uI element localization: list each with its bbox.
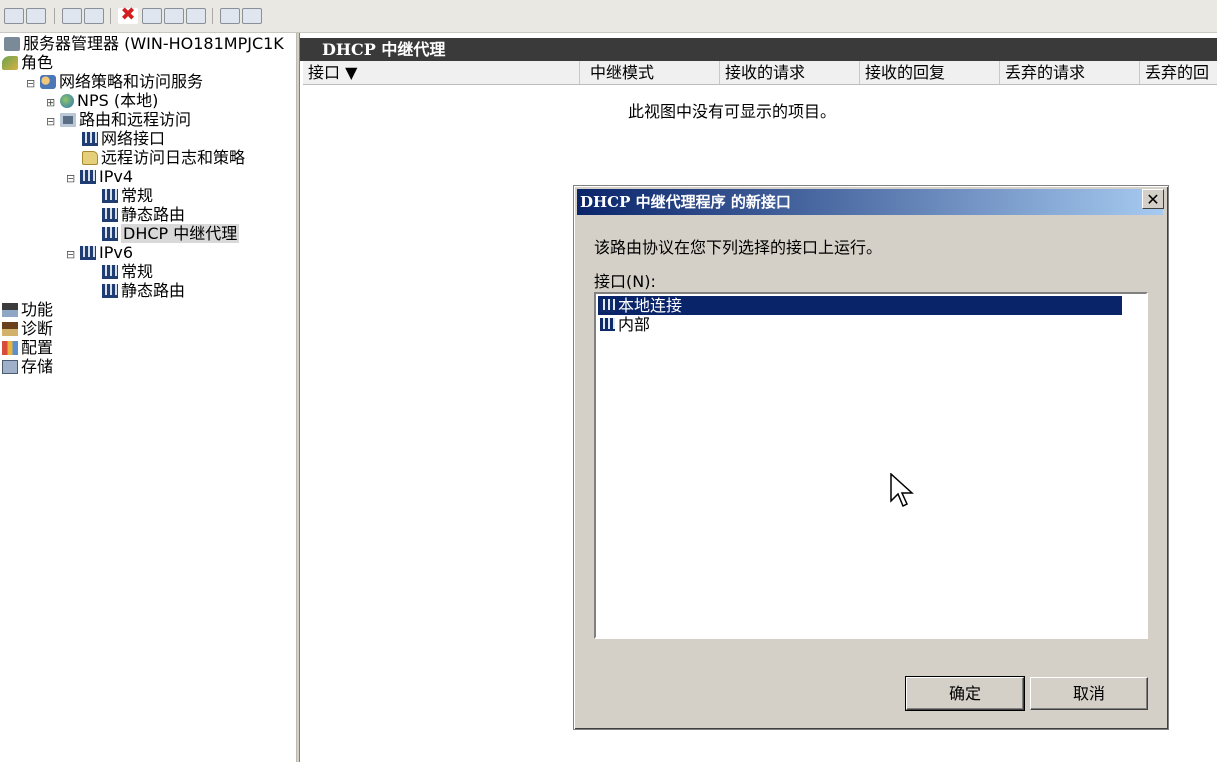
column-header-interface[interactable]: 接口 ▼ (303, 61, 580, 84)
tree-node-label: DHCP 中继代理 (121, 224, 240, 243)
tree-node-label: IPv4 (99, 167, 134, 186)
list-item[interactable]: 本地连接 (598, 296, 1122, 315)
dialog-description: 该路由协议在您下列选择的接口上运行。 (594, 238, 883, 257)
configuration-icon (2, 341, 18, 355)
empty-list-message: 此视图中没有可显示的项目。 (627, 102, 836, 121)
show-hide-tree-icon[interactable] (84, 8, 104, 24)
dialog-title[interactable]: DHCP 中继代理程序 的新接口 (577, 189, 1163, 215)
close-icon[interactable]: ✕ (1142, 189, 1164, 209)
show-action-pane-icon[interactable] (242, 8, 262, 24)
properties-icon[interactable] (142, 8, 162, 24)
tree-node-ipv4-general[interactable]: 常规 (102, 186, 153, 205)
tree-node-label: NPS (本地) (77, 91, 159, 110)
tree-node-label: 常规 (121, 186, 154, 205)
network-interface-icon (80, 170, 96, 184)
console-tree: 服务器管理器 (WIN-HO181MPJC1K 角色 ⊟ 网络策略和访问服务 ⊞ N… (0, 33, 296, 762)
delete-icon[interactable]: ✖ (118, 6, 138, 24)
network-interface-icon (102, 265, 118, 279)
tree-node-label: 远程访问日志和策略 (101, 148, 246, 167)
tree-node-remote-access-logging[interactable]: 远程访问日志和策略 (82, 148, 245, 167)
pane-splitter[interactable] (296, 33, 300, 762)
network-policy-icon (40, 75, 56, 89)
network-interface-icon (80, 246, 96, 260)
refresh-icon[interactable] (164, 8, 184, 24)
column-header-relay-mode[interactable]: 中继模式 (585, 61, 720, 84)
toolbar-separator (212, 8, 213, 24)
cancel-button[interactable]: 取消 (1030, 677, 1148, 710)
new-interface-dialog: DHCP 中继代理程序 的新接口 ✕ 该路由协议在您下列选择的接口上运行。 接口… (573, 185, 1169, 730)
network-interface-icon (102, 189, 118, 203)
tree-node-nps-local[interactable]: ⊞ NPS (本地) (46, 91, 158, 110)
network-interface-icon (102, 208, 118, 222)
tree-node-label: 路由和远程访问 (79, 110, 192, 129)
interface-listbox[interactable]: 本地连接 内部 (594, 292, 1148, 639)
globe-icon (60, 94, 74, 108)
tree-node-label: 服务器管理器 (WIN-HO181MPJC1K (23, 34, 284, 53)
tree-node-label: 存储 (21, 357, 54, 376)
column-header-requests-received[interactable]: 接收的请求 (720, 61, 860, 84)
tree-node-ipv4-static-routes[interactable]: 静态路由 (102, 205, 185, 224)
tree-node-features[interactable]: 功能 (2, 300, 53, 319)
collapse-icon[interactable]: ⊟ (46, 112, 56, 131)
tree-node-dhcp-relay-agent[interactable]: DHCP 中继代理 (102, 224, 240, 243)
ok-button[interactable]: 确定 (905, 676, 1025, 711)
collapse-icon[interactable]: ⊟ (66, 169, 76, 188)
tree-node-label: 网络接口 (101, 129, 166, 148)
list-item-label: 本地连接 (618, 296, 683, 315)
tree-node-label: 配置 (21, 338, 54, 357)
tree-node-ipv6-general[interactable]: 常规 (102, 262, 153, 281)
pane-title: DHCP 中继代理 (300, 38, 1217, 61)
tree-node-label: 网络策略和访问服务 (59, 72, 204, 91)
toolbar-separator (54, 8, 55, 24)
forward-icon[interactable] (26, 8, 46, 24)
tree-node-roles[interactable]: 角色 (2, 53, 53, 72)
column-header-replies-discarded[interactable]: 丢弃的回 (1140, 61, 1217, 84)
tree-node-ipv4[interactable]: ⊟ IPv4 (66, 167, 133, 186)
storage-icon (2, 360, 18, 374)
list-header: 接口 ▼ 中继模式 接收的请求 接收的回复 丢弃的请求 丢弃的回 (303, 61, 1217, 85)
features-icon (2, 303, 18, 317)
toolbar-separator (110, 8, 111, 24)
export-list-icon[interactable] (186, 8, 206, 24)
network-interface-icon (82, 132, 98, 146)
tree-node-diagnostics[interactable]: 诊断 (2, 319, 53, 338)
tree-node-network-interfaces[interactable]: 网络接口 (82, 129, 165, 148)
roles-icon (2, 56, 18, 70)
tree-node-server-manager[interactable]: 服务器管理器 (WIN-HO181MPJC1K (4, 34, 284, 53)
column-header-requests-discarded[interactable]: 丢弃的请求 (1000, 61, 1140, 84)
server-icon (4, 37, 20, 51)
tree-node-ipv6[interactable]: ⊟ IPv6 (66, 243, 133, 262)
tree-node-label: 静态路由 (121, 205, 186, 224)
network-adapter-icon (600, 318, 615, 331)
mouse-pointer-icon (890, 473, 914, 508)
tree-node-configuration[interactable]: 配置 (2, 338, 53, 357)
tree-node-storage[interactable]: 存储 (2, 357, 53, 376)
network-interface-icon (102, 284, 118, 298)
tree-node-label: 静态路由 (121, 281, 186, 300)
tree-node-label: 功能 (21, 300, 54, 319)
tree-node-ipv6-static-routes[interactable]: 静态路由 (102, 281, 185, 300)
list-item[interactable]: 内部 (598, 315, 650, 334)
tree-node-rras[interactable]: ⊟ 路由和远程访问 (46, 110, 191, 129)
tree-node-label: 常规 (121, 262, 154, 281)
up-folder-icon[interactable] (62, 8, 82, 24)
network-interface-icon (102, 227, 118, 241)
routing-icon (60, 113, 76, 127)
help-icon[interactable] (220, 8, 240, 24)
collapse-icon[interactable]: ⊟ (66, 245, 76, 264)
column-header-replies-received[interactable]: 接收的回复 (860, 61, 1000, 84)
collapse-icon[interactable]: ⊟ (26, 74, 36, 93)
folder-icon (82, 151, 98, 165)
interface-list-label: 接口(N): (594, 272, 656, 291)
back-icon[interactable] (4, 8, 24, 24)
toolbar: ✖ (0, 0, 1217, 33)
tree-node-label: 角色 (21, 53, 54, 72)
tree-node-label: 诊断 (21, 319, 54, 338)
network-adapter-icon (600, 299, 615, 312)
tree-node-nps-service[interactable]: ⊟ 网络策略和访问服务 (26, 72, 203, 91)
diagnostics-icon (2, 322, 18, 336)
list-item-label: 内部 (618, 315, 651, 334)
tree-node-label: IPv6 (99, 243, 134, 262)
